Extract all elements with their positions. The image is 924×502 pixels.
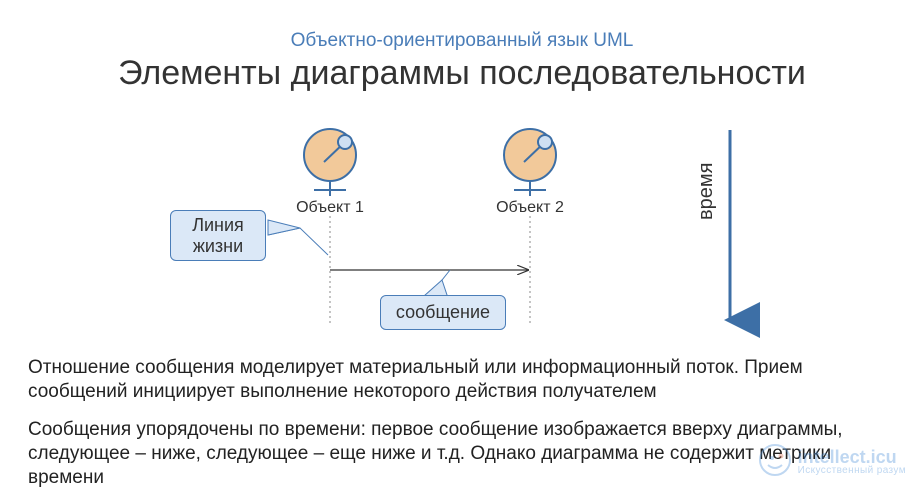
object2-label: Объект 2 bbox=[496, 199, 564, 216]
lifeline-callout-tail bbox=[268, 220, 300, 235]
description-paragraph-1: Отношение сообщения моделирует материаль… bbox=[28, 356, 898, 404]
lifeline-callout: Линия жизни bbox=[170, 210, 266, 261]
object1-label: Объект 1 bbox=[296, 199, 364, 216]
object1-head bbox=[304, 129, 356, 196]
description-paragraph-2: Сообщения упорядочены по времени: первое… bbox=[28, 418, 898, 489]
subtitle: Объектно-ориентированный язык UML bbox=[0, 30, 924, 52]
object2-head bbox=[504, 129, 556, 196]
page-title: Элементы диаграммы последовательности bbox=[0, 54, 924, 93]
time-axis-label: время bbox=[695, 163, 718, 220]
message-callout: сообщение bbox=[380, 295, 506, 330]
